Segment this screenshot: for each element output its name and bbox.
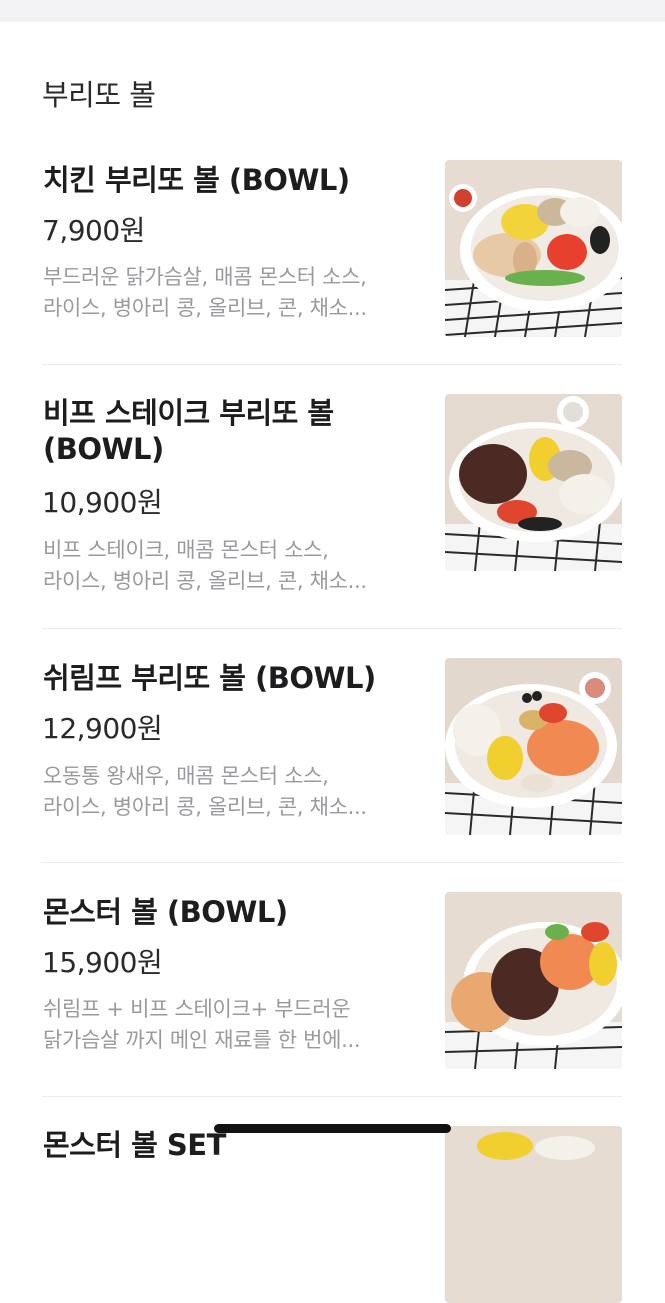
menu-item-image (445, 394, 622, 571)
menu-item-price: 7,900원 (42, 214, 145, 247)
menu-item-price: 15,900원 (42, 946, 163, 979)
menu-item-price: 10,900원 (42, 486, 163, 519)
menu-item-description: 부드러운 닭가슴살, 매콤 몬스터 소스, 라이스, 병아리 콩, 올리브, 콘,… (43, 265, 367, 320)
divider (42, 364, 622, 365)
menu-item-description: 쉬림프 + 비프 스테이크+ 부드러운 닭가슴살 까지 메인 재료를 한 번에..… (43, 997, 361, 1052)
menu-item-description: 비프 스테이크, 매콤 몬스터 소스, 라이스, 병아리 콩, 올리브, 콘, 채… (43, 538, 367, 593)
divider (42, 628, 622, 629)
divider (42, 862, 622, 863)
menu-item-name: 비프 스테이크 부리또 볼 (BOWL) (43, 396, 334, 466)
menu-item-image (445, 1126, 622, 1303)
top-status-area (0, 0, 665, 22)
divider (42, 1096, 622, 1097)
menu-item-name: 치킨 부리또 볼 (BOWL) (43, 163, 350, 197)
home-indicator[interactable] (214, 1124, 451, 1133)
menu-item-image (445, 892, 622, 1069)
menu-item-image (445, 160, 622, 337)
section-title: 부리또 볼 (42, 78, 156, 112)
menu-item-name: 몬스터 볼 (BOWL) (43, 895, 288, 929)
menu-item-price: 12,900원 (42, 712, 163, 745)
menu-item-description: 오동통 왕새우, 매콤 몬스터 소스, 라이스, 병아리 콩, 올리브, 콘, 채… (43, 764, 367, 819)
menu-item-name: 쉬림프 부리또 볼 (BOWL) (43, 661, 376, 695)
menu-item-image (445, 658, 622, 835)
